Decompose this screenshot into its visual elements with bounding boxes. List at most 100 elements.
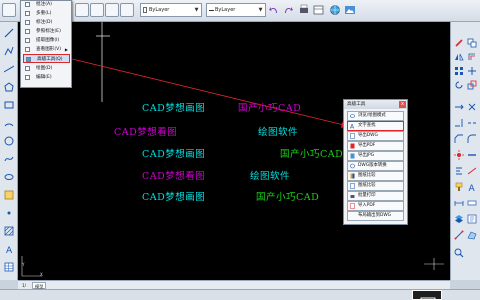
edit-text-icon[interactable]: A bbox=[467, 182, 477, 192]
copy-tool-icon[interactable] bbox=[467, 38, 477, 48]
hatch-tool-icon[interactable] bbox=[4, 226, 14, 236]
stretch-tool-icon[interactable] bbox=[454, 102, 464, 112]
redo-icon[interactable] bbox=[282, 4, 294, 16]
globe-icon[interactable] bbox=[329, 4, 341, 16]
ellipse-tool-icon[interactable] bbox=[4, 172, 14, 182]
drawing-text[interactable]: 国产小巧CAD bbox=[280, 146, 343, 160]
panel-title-bar[interactable]: 高级工具 x bbox=[344, 100, 407, 109]
join-tool-icon[interactable] bbox=[467, 150, 477, 160]
drawing-text[interactable]: 国产小巧CAD bbox=[238, 100, 301, 114]
zoom-extents-icon[interactable] bbox=[454, 248, 464, 258]
layout-to-dwg-button[interactable]: 布局输出到DWG bbox=[347, 211, 404, 221]
drawing-text[interactable]: 绘图软件 bbox=[258, 124, 298, 138]
drawing-text[interactable]: CAD梦想看图 bbox=[142, 168, 205, 182]
break-tool-icon[interactable] bbox=[467, 118, 477, 128]
print-icon[interactable] bbox=[298, 4, 310, 16]
dwg-version-convert-button[interactable]: DWG版本转换 bbox=[347, 161, 404, 171]
lengthen-tool-icon[interactable] bbox=[467, 166, 477, 176]
properties-tool-icon[interactable] bbox=[467, 214, 477, 224]
mirror-tool-icon[interactable] bbox=[454, 52, 464, 62]
browse-draw-mode-button[interactable]: 浏览/绘图模式 bbox=[347, 111, 404, 121]
batch-print-button[interactable]: 批量打印 bbox=[347, 191, 404, 201]
offset-tool-icon[interactable] bbox=[467, 52, 477, 62]
block-tool-icon[interactable] bbox=[4, 190, 14, 200]
menu-item-view-drawing[interactable]: 查看图形(V) ▶ bbox=[23, 45, 70, 54]
menu-item-annotate[interactable]: 批注(A) bbox=[23, 0, 70, 9]
linetype-combo[interactable]: ByLayer ▼ bbox=[206, 3, 266, 17]
align-tool-icon[interactable] bbox=[454, 166, 464, 176]
import-pdf-icon bbox=[350, 203, 355, 209]
svg-text:A: A bbox=[6, 246, 13, 254]
compare-icon bbox=[350, 173, 355, 179]
close-icon[interactable]: x bbox=[399, 101, 406, 108]
tool-button-label: 图纸比较 bbox=[358, 183, 376, 188]
explode-tool-icon[interactable] bbox=[454, 150, 464, 160]
menu-item-draw[interactable]: 绘图(D) bbox=[23, 64, 70, 73]
drawing-text[interactable]: CAD梦想看图 bbox=[114, 124, 177, 138]
print-icon bbox=[350, 195, 355, 198]
ucs-y-label: Y bbox=[22, 262, 25, 267]
drawing-text[interactable]: 国产小巧CAD bbox=[256, 189, 319, 203]
tab-nav[interactable]: 1/ bbox=[20, 282, 28, 289]
zoom-in-icon[interactable] bbox=[105, 3, 119, 17]
drawing-compare-button-2[interactable]: 图纸比较 bbox=[347, 181, 404, 191]
drawing-text[interactable]: CAD梦想画图 bbox=[142, 146, 205, 160]
text-search-button[interactable]: A 文字查找 bbox=[347, 121, 404, 131]
menu-item-edit[interactable]: 编辑(E) bbox=[23, 73, 70, 82]
pan-icon[interactable] bbox=[75, 3, 89, 17]
drawing-text[interactable]: 绘图软件 bbox=[250, 168, 290, 182]
match-properties-icon[interactable] bbox=[454, 182, 464, 192]
spline-tool-icon[interactable] bbox=[4, 154, 14, 164]
menu-item-multiple[interactable]: 多重(L) bbox=[23, 9, 70, 18]
trim-tool-icon[interactable] bbox=[467, 102, 477, 112]
menu-item-icon bbox=[25, 38, 30, 43]
export-jpg-button[interactable]: 导出JPG bbox=[347, 151, 404, 161]
fillet-tool-icon[interactable] bbox=[467, 134, 477, 144]
table-tool-icon[interactable] bbox=[4, 262, 14, 272]
menu-item-advanced-tools[interactable]: 高级工具(Q) bbox=[23, 54, 70, 63]
tool-button-label: 导出PDF bbox=[358, 143, 376, 148]
linetype-swatch-icon bbox=[209, 10, 214, 11]
rotate-tool-icon[interactable] bbox=[454, 80, 464, 90]
move-tool-icon[interactable] bbox=[467, 66, 477, 76]
text-tool-icon[interactable]: A bbox=[4, 244, 14, 254]
array-tool-icon[interactable] bbox=[454, 66, 464, 76]
rectangle-tool-icon[interactable] bbox=[4, 100, 14, 110]
chamfer-tool-icon[interactable] bbox=[454, 134, 464, 144]
polygon-tool-icon[interactable] bbox=[4, 82, 14, 92]
tab-model[interactable]: 模型 bbox=[32, 282, 47, 289]
distance-tool-icon[interactable] bbox=[454, 230, 464, 240]
drawing-compare-button[interactable]: 图纸比较 bbox=[347, 171, 404, 181]
export-pdf-button[interactable]: 导出PDF bbox=[347, 141, 404, 151]
logo-icon bbox=[420, 297, 436, 300]
export-dwg-button[interactable]: 导出DWG bbox=[347, 131, 404, 141]
menu-item-dimension[interactable]: 标注(D) bbox=[23, 18, 70, 27]
scale-tool-icon[interactable] bbox=[467, 80, 477, 90]
polyline-tool-icon[interactable] bbox=[4, 46, 14, 56]
point-tool-icon[interactable] bbox=[4, 208, 14, 218]
dimension-tool-icon[interactable] bbox=[454, 198, 464, 208]
menu-item-extract-image[interactable]: 提取图像(I) bbox=[23, 36, 70, 45]
area-tool-icon[interactable] bbox=[467, 230, 477, 240]
layer-tool-icon[interactable] bbox=[454, 214, 464, 224]
print-preview-icon[interactable] bbox=[313, 4, 325, 16]
erase-tool-icon[interactable] bbox=[454, 38, 464, 48]
zoom-out-icon[interactable] bbox=[120, 3, 134, 17]
color-combo[interactable]: ByLayer ▼ bbox=[140, 3, 202, 17]
circle-tool-icon[interactable] bbox=[4, 136, 14, 146]
tool-button-label: 图纸比较 bbox=[358, 173, 376, 178]
import-pdf-button[interactable]: 导入PDF bbox=[347, 201, 404, 211]
zoom-window-icon[interactable] bbox=[90, 3, 104, 17]
undo-icon[interactable] bbox=[268, 4, 280, 16]
menu-item-reference-dimension[interactable]: 参照标注(E) bbox=[23, 27, 70, 36]
construction-line-icon[interactable] bbox=[4, 64, 14, 74]
layer-icon[interactable] bbox=[2, 3, 16, 17]
extend-tool-icon[interactable] bbox=[454, 118, 464, 128]
export-jpg-icon bbox=[350, 153, 355, 159]
line-tool-icon[interactable] bbox=[4, 28, 14, 38]
drawing-text[interactable]: CAD梦想画图 bbox=[142, 189, 205, 203]
drawing-text[interactable]: CAD梦想画图 bbox=[142, 100, 205, 114]
arc-tool-icon[interactable] bbox=[4, 118, 14, 128]
image-icon[interactable] bbox=[344, 4, 356, 16]
measure-tool-icon[interactable] bbox=[467, 198, 477, 208]
